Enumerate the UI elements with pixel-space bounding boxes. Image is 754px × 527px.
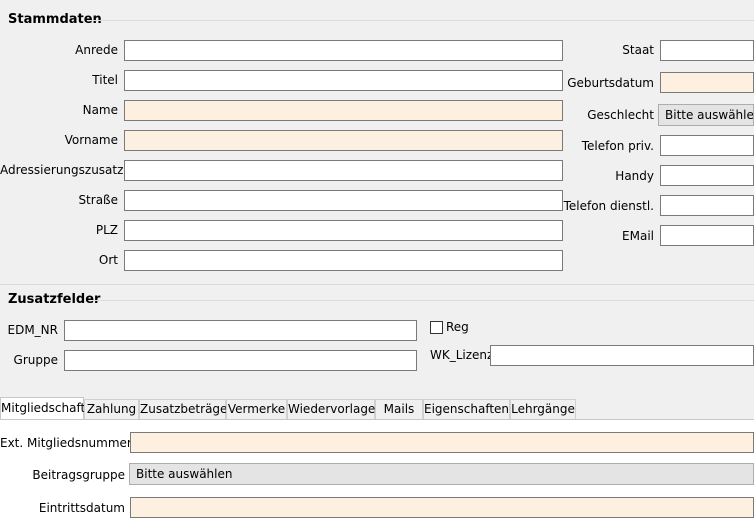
telefon-priv-label: Telefon priv. <box>581 139 654 153</box>
email-field[interactable] <box>660 225 754 246</box>
name-label: Name <box>82 103 118 117</box>
anrede-label: Anrede <box>75 43 118 57</box>
gruppe-field[interactable] <box>64 350 417 371</box>
wk-lizenz-label: WK_Lizenz <box>430 348 494 362</box>
telefon-dienstl-field[interactable] <box>660 195 754 216</box>
edm-nr-field[interactable] <box>64 320 417 341</box>
section-separator <box>0 284 754 285</box>
reg-label: Reg <box>446 320 469 334</box>
ort-field[interactable] <box>124 250 563 271</box>
tab-eigenschaften[interactable]: Eigenschaften <box>423 399 510 419</box>
titel-field[interactable] <box>124 70 563 91</box>
section-divider <box>92 20 754 21</box>
geschlecht-dropdown[interactable]: Bitte auswählen <box>658 104 754 126</box>
tab-mitgliedschaft[interactable]: Mitgliedschaft <box>0 397 85 419</box>
eintrittsdatum-field[interactable] <box>130 497 754 518</box>
anrede-field[interactable] <box>124 40 563 61</box>
adressierungszusatz-field[interactable] <box>124 160 563 181</box>
plz-label: PLZ <box>95 223 118 237</box>
vorname-field[interactable] <box>124 130 563 151</box>
stammdaten-section-title: Stammdaten <box>8 12 102 27</box>
handy-label: Handy <box>615 169 654 183</box>
beitragsgruppe-label: Beitragsgruppe <box>32 468 125 482</box>
tab-zusatzbetraege[interactable]: Zusatzbeträge <box>139 399 227 419</box>
gruppe-label: Gruppe <box>13 353 58 367</box>
geburtsdatum-label: Geburtsdatum <box>567 76 654 90</box>
tab-wiedervorlage[interactable]: Wiedervorlage <box>287 399 375 419</box>
tab-vermerke[interactable]: Vermerke <box>226 399 287 419</box>
ort-label: Ort <box>98 253 118 267</box>
strasse-field[interactable] <box>124 190 563 211</box>
name-field[interactable] <box>124 100 563 121</box>
telefon-dienstl-label: Telefon dienstl. <box>563 199 654 213</box>
staat-label: Staat <box>622 43 654 57</box>
tab-mails[interactable]: Mails <box>375 399 423 419</box>
wk-lizenz-field[interactable] <box>490 345 754 366</box>
reg-checkbox[interactable] <box>430 321 443 334</box>
geburtsdatum-field[interactable] <box>660 72 754 93</box>
adressierungszusatz-label: Adressierungszusatz <box>0 163 124 177</box>
zusatzfelder-section-title: Zusatzfelder <box>8 292 101 307</box>
plz-field[interactable] <box>124 220 563 241</box>
beitragsgruppe-dropdown[interactable]: Bitte auswählen <box>129 463 754 485</box>
edm-nr-label: EDM_NR <box>7 323 59 337</box>
tab-lehrgaenge[interactable]: Lehrgänge <box>510 399 576 419</box>
handy-field[interactable] <box>660 165 754 186</box>
tab-zahlung[interactable]: Zahlung <box>84 399 139 419</box>
ext-mitgliedsnummer-label: Ext. Mitgliedsnummer <box>0 436 132 450</box>
ext-mitgliedsnummer-field[interactable] <box>130 432 754 453</box>
section-divider <box>92 300 754 301</box>
telefon-priv-field[interactable] <box>660 135 754 156</box>
strasse-label: Straße <box>78 193 118 207</box>
staat-field[interactable] <box>660 40 754 61</box>
vorname-label: Vorname <box>64 133 118 147</box>
email-label: EMail <box>622 229 654 243</box>
titel-label: Titel <box>92 73 118 87</box>
mitgliedschaft-panel: Ext. Mitgliedsnummer Beitragsgruppe Bitt… <box>0 419 754 527</box>
geschlecht-label: Geschlecht <box>587 108 654 122</box>
eintrittsdatum-label: Eintrittsdatum <box>38 501 125 515</box>
tab-bar: Mitgliedschaft Zahlung Zusatzbeträge Ver… <box>0 397 754 419</box>
